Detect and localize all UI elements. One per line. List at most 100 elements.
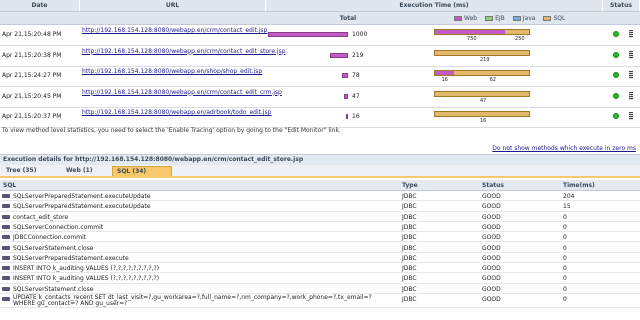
sql-row[interactable]: UPDATE k_contacts_recent SET dt_last_vis…: [0, 294, 640, 308]
sql-statement: JDBCConnection.commit: [13, 234, 87, 242]
sql-time: 15: [563, 203, 571, 211]
status-col-header[interactable]: Status: [482, 182, 504, 189]
legend-swatch: [512, 15, 521, 21]
legend-label: SQL: [553, 14, 566, 22]
sql-time: 0: [563, 265, 567, 273]
sql-time: 0: [563, 234, 567, 242]
sql-time-label: 219: [480, 56, 490, 63]
sql-col-header[interactable]: SQL: [3, 182, 16, 189]
tab-sql[interactable]: SQL (34): [112, 166, 172, 176]
col-date-header: Date: [0, 0, 80, 12]
trace-row: Apr 21,15:20:45 PM http://192.168.154.128…: [0, 87, 640, 108]
sql-type: JDBC: [402, 285, 417, 293]
type-col-header[interactable]: Type: [402, 182, 418, 189]
sql-status: GOOD: [482, 234, 501, 242]
trace-url-link[interactable]: http://192.168.154.128:8080/webapp.en/cr…: [82, 27, 267, 35]
sql-status: GOOD: [482, 244, 501, 252]
sql-time: 0: [563, 285, 567, 293]
legend-swatch: [543, 15, 552, 21]
sql-type: JDBC: [402, 265, 417, 273]
sql-row[interactable]: SQLServerPreparedStatement.execute JDBC GO…: [0, 253, 640, 264]
sql-time: 0: [563, 244, 567, 252]
total-value: 219: [352, 51, 364, 59]
sql-type: JDBC: [402, 234, 417, 242]
sql-time: 0: [563, 213, 567, 221]
details-icon[interactable]: [629, 91, 633, 100]
sql-statement: SQLServerStatement.close: [13, 285, 94, 293]
sql-row[interactable]: JDBCConnection.commit JDBC GOOD 0: [0, 232, 640, 243]
tab-web[interactable]: Web (1): [62, 166, 97, 176]
sql-statement-icon: [2, 204, 10, 209]
details-icon[interactable]: [629, 30, 633, 38]
legend-ejb: EJB: [485, 15, 505, 22]
sql-row[interactable]: SQLServerStatement.close JDBC GOOD 0: [0, 243, 640, 253]
trace-date: Apr 21,15:20:37 PM: [2, 113, 62, 120]
sql-statement: SQLServerPreparedStatement.execute: [13, 254, 129, 262]
sql-row[interactable]: SQLServerPreparedStatement.executeUpdate…: [0, 201, 640, 212]
sql-segment: [454, 71, 529, 75]
trace-url-link[interactable]: http://192.168.154.128:8080/webapp.en/ad…: [82, 109, 271, 117]
sql-type: JDBC: [402, 223, 417, 231]
sql-row[interactable]: SQLServerConnection.commit JDBC GOOD 0: [0, 222, 640, 233]
details-icon[interactable]: [629, 71, 633, 79]
total-bar: [344, 93, 348, 99]
sql-statement-icon: [2, 214, 10, 219]
details-icon[interactable]: [629, 112, 633, 120]
sql-statement-icon: [2, 224, 10, 229]
breakdown-bar: [434, 70, 530, 76]
status-ok-icon: [613, 92, 619, 99]
sql-type: JDBC: [402, 213, 417, 221]
trace-row: Apr 21,15:20:37 PM http://192.168.154.128…: [0, 107, 640, 128]
hide-zero-ms-link[interactable]: Do not show methods which execute in zer…: [492, 145, 636, 152]
sql-row[interactable]: INSERT INTO k_auditing VALUES (?,?,?,?,?…: [0, 273, 640, 284]
sql-statement-icon: [2, 297, 10, 301]
sql-statement: SQLServerStatement.close: [13, 244, 94, 252]
total-bar: [268, 32, 348, 37]
sql-row[interactable]: SQLServerPreparedStatement.executeUpdate…: [0, 191, 640, 202]
sql-type: JDBC: [402, 203, 417, 211]
sql-time-label: 16: [480, 118, 487, 124]
trace-date: Apr 21,15:20:38 PM: [2, 51, 62, 59]
sql-segment: [435, 91, 529, 96]
status-ok-icon: [613, 51, 619, 58]
sql-row[interactable]: contact_edit_store JDBC GOOD 0: [0, 212, 640, 222]
breakdown-bar: [434, 49, 530, 56]
sql-statement-icon: [2, 255, 10, 260]
sql-type: JDBC: [402, 244, 417, 252]
sql-statement: SQLServerPreparedStatement.executeUpdate: [13, 203, 151, 211]
sql-statement-icon: [2, 266, 10, 271]
legend-java: Java: [512, 14, 536, 22]
sql-status: GOOD: [482, 223, 501, 231]
trace-row: Apr 21,15:24:27 PM http://192.168.154.128…: [0, 66, 640, 87]
sql-statement-icon: [2, 276, 10, 281]
trace-url-link[interactable]: http://192.168.154.128:8080/webapp.en/cr…: [82, 48, 286, 56]
col-status-header: Status: [603, 0, 640, 12]
sql-statement: INSERT INTO k_auditing VALUES (?,?,?,?,?…: [13, 265, 160, 273]
col-url-header: URL: [80, 0, 266, 12]
breakdown-bar: [434, 29, 530, 35]
sql-row[interactable]: SQLServerStatement.close JDBC GOOD 0: [0, 284, 640, 294]
web-segment: [435, 71, 455, 75]
sql-segment: [435, 112, 529, 116]
total-value: 78: [352, 72, 360, 79]
sql-statement-icon: [2, 245, 10, 250]
trace-url-link[interactable]: http://192.168.154.128:8080/webapp.en/sh…: [82, 68, 262, 76]
legend-label: Java: [522, 14, 536, 22]
sql-status: GOOD: [482, 213, 501, 221]
sql-time: 204: [563, 193, 575, 200]
sql-status: GOOD: [482, 285, 501, 293]
tab-tree[interactable]: Tree (35): [2, 166, 40, 176]
trace-row: Apr 21,15:20:38 PM http://192.168.154.128…: [0, 46, 640, 67]
sql-time-label: 250: [515, 36, 525, 42]
sql-row[interactable]: INSERT INTO k_auditing VALUES (?,?,?,?,?…: [0, 263, 640, 274]
legend-sql: SQL: [543, 15, 565, 22]
sql-status: GOOD: [482, 254, 501, 262]
details-icon[interactable]: [629, 50, 633, 59]
status-ok-icon: [613, 31, 619, 37]
trace-url-link[interactable]: http://192.168.154.128:8080/webapp.en/cr…: [82, 89, 282, 97]
total-bar: [346, 114, 348, 119]
sql-time: 0: [563, 275, 567, 283]
time-col-header[interactable]: Time(ms): [563, 182, 595, 189]
header-spacer: [0, 12, 266, 25]
total-value: 47: [352, 92, 360, 100]
